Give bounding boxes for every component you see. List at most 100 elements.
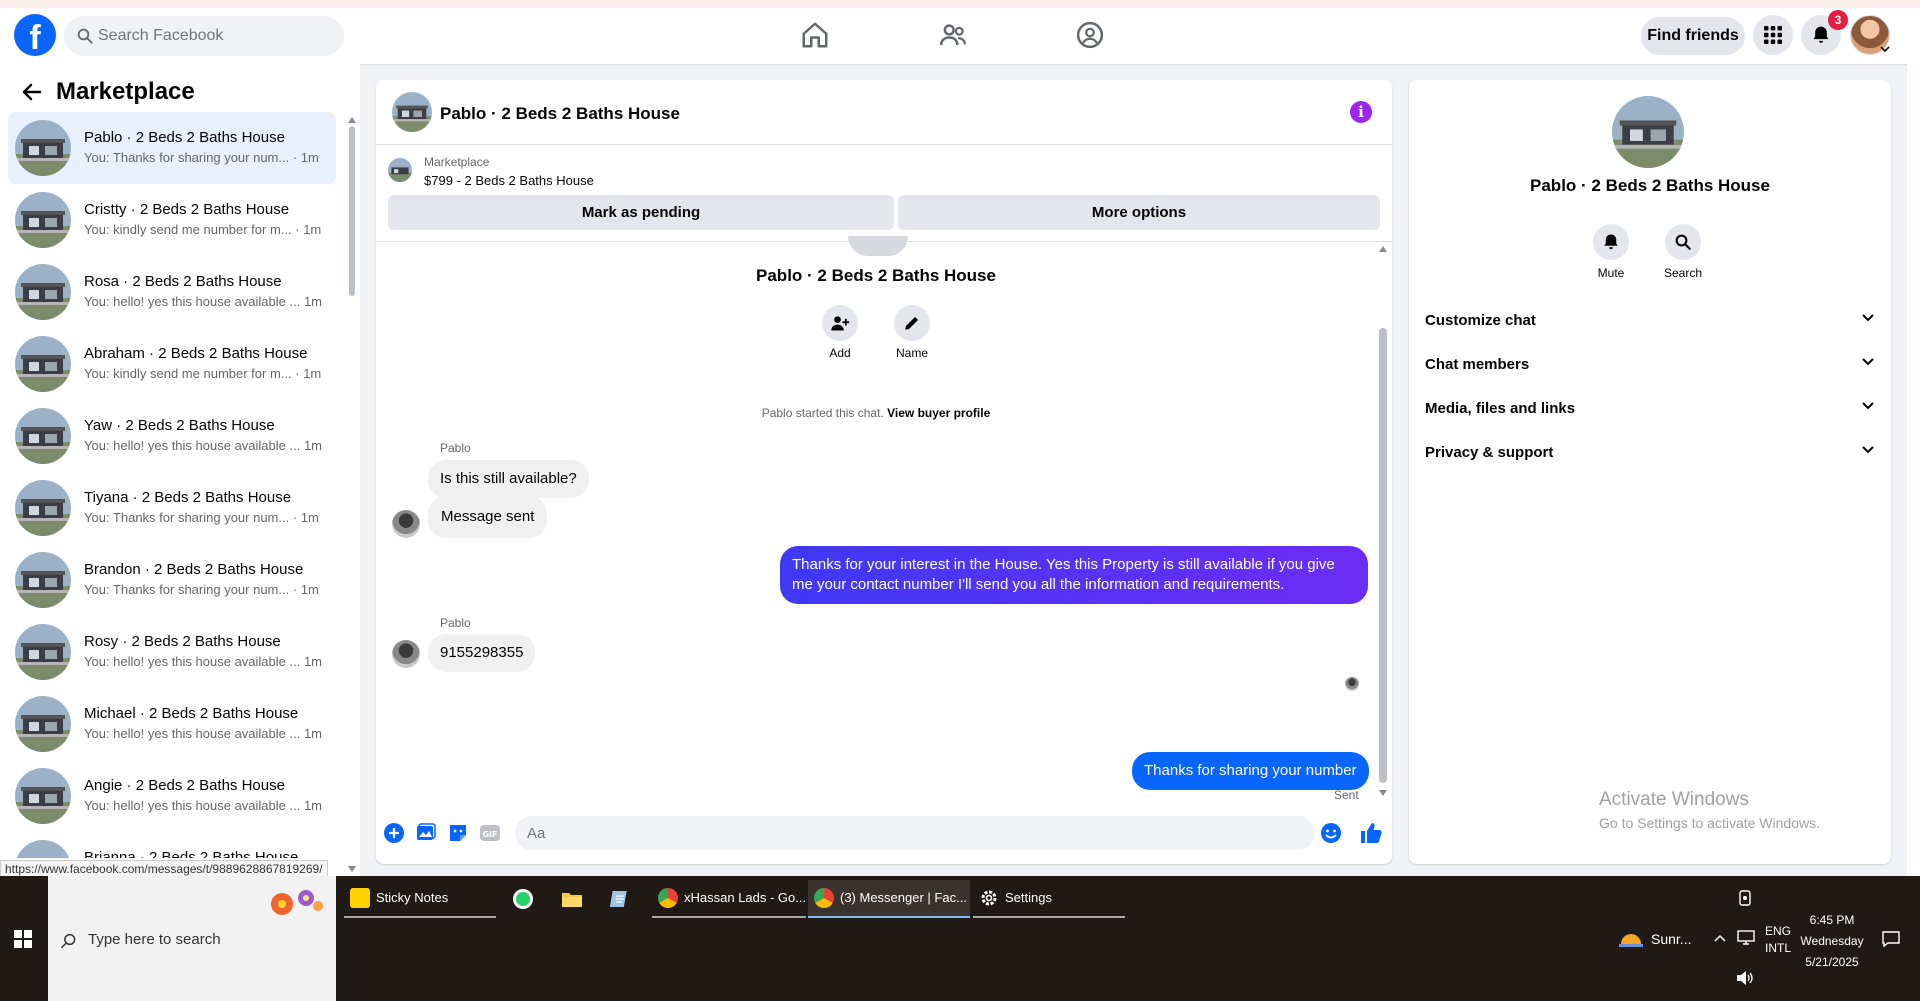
weather-text[interactable]: Sunr... [1651, 931, 1691, 947]
conversation-name: Brianna · 2 Beds 2 Baths House [84, 849, 299, 858]
sender-avatar[interactable] [392, 510, 420, 538]
language-indicator[interactable]: ENG INTL [1763, 924, 1793, 955]
emoji-icon[interactable] [1320, 822, 1342, 844]
scroll-down-arrow-icon[interactable] [348, 866, 356, 872]
message-bubble-incoming[interactable]: 9155298355 [428, 634, 536, 672]
details-section-item[interactable]: Media, files and links [1425, 389, 1875, 429]
keyboard-layout: INTL [1764, 941, 1791, 955]
facebook-logo[interactable]: f [14, 14, 56, 56]
conversation-name: Michael · 2 Beds 2 Baths House [84, 705, 299, 722]
menu-button[interactable] [1753, 15, 1793, 55]
home-icon[interactable] [800, 20, 830, 50]
chevron-down-icon[interactable] [1880, 45, 1890, 53]
more-options-button[interactable]: More options [898, 195, 1380, 230]
sticky-notes-icon [350, 888, 370, 908]
conversation-item[interactable]: Brianna · 2 Beds 2 Baths House [8, 832, 336, 858]
conversation-preview: You: kindly send me number for m... · 1m [84, 222, 321, 237]
view-buyer-profile-link[interactable]: View buyer profile [887, 406, 990, 420]
search-box[interactable] [64, 16, 344, 56]
search-input[interactable] [98, 16, 328, 56]
network-icon[interactable] [1737, 929, 1755, 945]
message-composer[interactable] [515, 816, 1315, 850]
conversation-item[interactable]: Rosy · 2 Beds 2 Baths House You: hello! y… [8, 616, 336, 688]
file-explorer-icon[interactable] [561, 889, 583, 909]
details-section-item[interactable]: Privacy & support [1425, 433, 1875, 473]
flowers-decoration-icon [271, 890, 323, 915]
details-section-item[interactable]: Chat members [1425, 345, 1875, 385]
scroll-up-arrow-icon[interactable] [348, 117, 356, 123]
scroll-up-arrow-icon[interactable] [1379, 246, 1387, 252]
conversation-name: Brandon · 2 Beds 2 Baths House [84, 561, 304, 578]
meet-now-icon[interactable] [1738, 890, 1752, 906]
taskbar-search[interactable]: Type here to search [48, 876, 336, 1001]
notepad-app-icon[interactable] [610, 889, 630, 909]
message-bubble-incoming[interactable]: Is this still available? [428, 460, 589, 498]
friends-icon[interactable] [938, 20, 968, 50]
listing-thumbnail[interactable] [388, 158, 412, 182]
taskbar-app-settings[interactable]: Settings [973, 880, 1125, 918]
listing-title[interactable]: $799 - 2 Beds 2 Baths House [424, 173, 594, 188]
search-icon [1675, 234, 1691, 250]
clock[interactable]: 6:45 PM Wednesday 5/21/2025 [1797, 910, 1867, 973]
taskbar-search-text: Type here to search [88, 931, 221, 948]
whatsapp-icon[interactable] [513, 889, 533, 909]
message-bubble-incoming[interactable]: Message sent [428, 496, 548, 538]
volume-icon[interactable] [1736, 970, 1754, 986]
back-arrow-icon[interactable] [20, 80, 44, 104]
mark-pending-button[interactable]: Mark as pending [388, 195, 894, 230]
add-person-icon [831, 316, 850, 331]
mute-button[interactable] [1593, 224, 1629, 260]
find-friends-button[interactable]: Find friends [1641, 17, 1745, 55]
conversation-item[interactable]: Pablo · 2 Beds 2 Baths House You: Thanks … [8, 112, 336, 184]
conversation-item[interactable]: Michael · 2 Beds 2 Baths House You: hello… [8, 688, 336, 760]
groups-icon[interactable] [1075, 20, 1105, 50]
conversation-item[interactable]: Yaw · 2 Beds 2 Baths House You: hello! ye… [8, 400, 336, 472]
chevron-up-icon[interactable] [1714, 934, 1726, 942]
mute-label: Mute [1597, 266, 1625, 280]
conversation-item[interactable]: Angie · 2 Beds 2 Baths House You: hello! … [8, 760, 336, 832]
clock-day: Wednesday [1800, 934, 1864, 948]
chat-header-title[interactable]: Pablo · 2 Beds 2 Baths House [440, 104, 680, 124]
gif-icon[interactable]: GIF [479, 823, 501, 843]
taskbar-app-messenger[interactable]: (3) Messenger | Fac... [808, 880, 970, 918]
taskbar-app-sticky-notes[interactable]: Sticky Notes [344, 880, 496, 918]
info-icon[interactable]: i [1350, 101, 1372, 123]
sticker-icon[interactable] [448, 823, 468, 843]
chat-header-avatar[interactable] [392, 92, 432, 132]
sidebar-scrollbar[interactable] [349, 126, 355, 296]
conversation-item[interactable]: Brandon · 2 Beds 2 Baths House You: Thank… [8, 544, 336, 616]
weather-widget[interactable] [1619, 926, 1643, 950]
search-chat-button[interactable] [1665, 224, 1701, 260]
chat-scrollbar[interactable] [1379, 328, 1387, 783]
conversation-preview-text: You: hello! yes this house available ... [84, 726, 301, 741]
conversation-item[interactable]: Tiyana · 2 Beds 2 Baths House You: Thanks… [8, 472, 336, 544]
conversation-item[interactable]: Rosa · 2 Beds 2 Baths House You: hello! y… [8, 256, 336, 328]
conversation-preview-text: You: hello! yes this house available ... [84, 294, 301, 309]
plus-circle-icon[interactable] [384, 823, 404, 843]
conversation-item[interactable]: Cristty · 2 Beds 2 Baths House You: kindl… [8, 184, 336, 256]
scroll-down-arrow-icon[interactable] [1379, 790, 1387, 796]
conversation-preview: You: Thanks for sharing your num... · 1m [84, 510, 319, 525]
message-input[interactable] [527, 816, 1227, 850]
add-button[interactable] [822, 305, 858, 341]
sender-avatar[interactable] [392, 640, 420, 668]
windows-start-icon[interactable] [14, 930, 32, 948]
message-bubble-outgoing[interactable]: Thanks for sharing your number [1132, 752, 1369, 790]
details-avatar[interactable] [1612, 96, 1684, 168]
conversation-preview: You: hello! yes this house available ...… [84, 438, 322, 453]
taskbar-app-chrome-1[interactable]: xHassan Lads - Go... [652, 880, 806, 918]
conversation-item[interactable]: Abraham · 2 Beds 2 Baths House You: kindl… [8, 328, 336, 400]
thumbs-up-icon[interactable] [1359, 821, 1383, 845]
name-button[interactable] [894, 305, 930, 341]
chevron-down-icon [1862, 402, 1874, 410]
conversation-name: Yaw · 2 Beds 2 Baths House [84, 417, 275, 434]
page-scrollbar[interactable] [1907, 64, 1920, 876]
message-bubble-outgoing[interactable]: Thanks for your interest in the House. Y… [780, 546, 1368, 604]
details-section-label: Customize chat [1425, 312, 1536, 329]
house-thumbnail-icon [15, 192, 71, 248]
details-section-item[interactable]: Customize chat [1425, 301, 1875, 341]
conversation-time: 1m [303, 294, 323, 309]
house-thumbnail-icon [15, 480, 71, 536]
notification-center-icon[interactable] [1882, 931, 1900, 947]
photo-icon[interactable] [416, 823, 436, 843]
